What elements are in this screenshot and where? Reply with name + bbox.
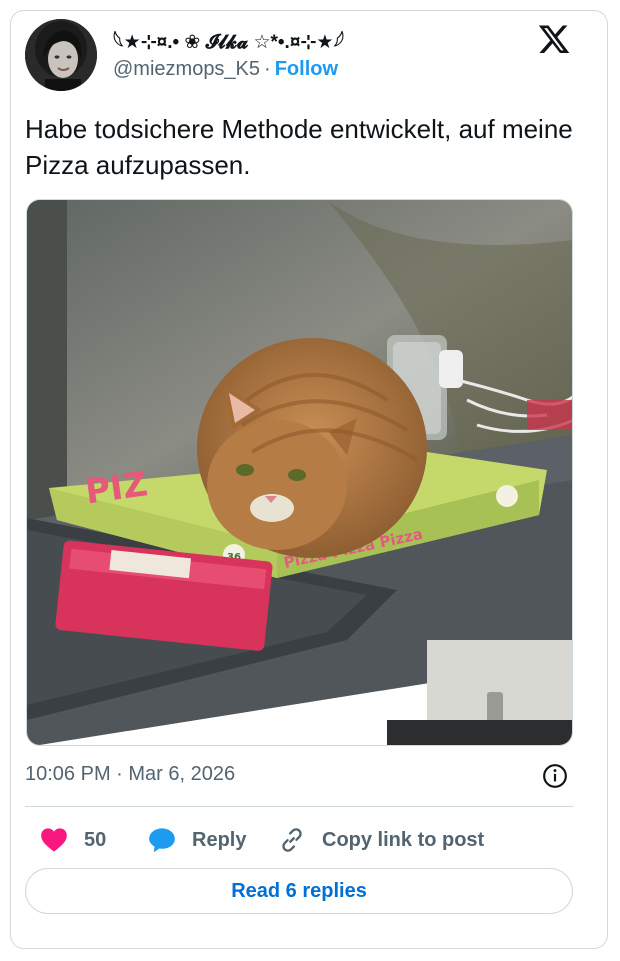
tweet-timestamp[interactable]: 10:06 PM · Mar 6, 2026 [25,763,235,786]
tweet-text: Habe todsichere Methode entwickelt, auf … [25,111,580,183]
tweet-actions: 50 Reply Copy link to post [25,820,575,860]
divider [25,806,573,807]
copy-link-button[interactable]: Copy link to post [278,820,484,860]
author-display-name[interactable]: 𓆩★⊹¤.• ❀ 𝓘𝓵𝓴𝓪 ☆*•.¤⊹★𓆪 [113,24,344,55]
copy-link-label: Copy link to post [322,829,484,852]
likes-count: 50 [84,829,106,852]
tweet-photo[interactable]: PIZ Pizza Pizza Pizza 36 [26,199,573,746]
heart-icon [40,827,68,853]
like-button[interactable]: 50 [40,820,106,860]
author-avatar[interactable] [25,19,97,91]
reply-bubble-icon [148,827,176,853]
read-replies-button[interactable]: Read 6 replies [25,868,573,914]
info-icon[interactable] [542,763,568,789]
author-handle-row: @miezmops_K5·Follow [113,58,338,81]
reply-label: Reply [192,829,246,852]
follow-button[interactable]: Follow [275,58,338,80]
reply-button[interactable]: Reply [148,820,246,860]
x-logo-icon[interactable] [537,22,571,56]
link-icon [278,826,306,854]
author-handle[interactable]: @miezmops_K5 [113,58,260,80]
handle-separator: · [264,58,271,80]
